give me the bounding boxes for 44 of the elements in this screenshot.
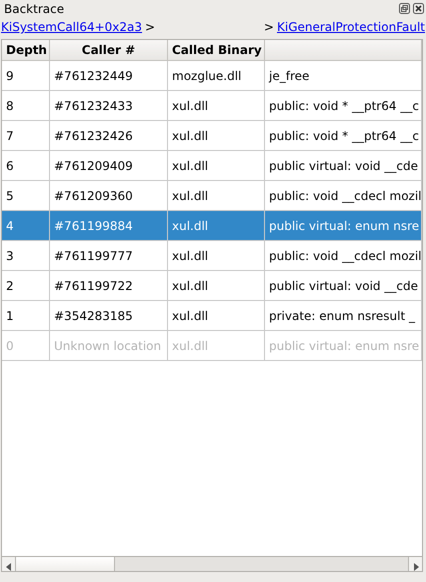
table-cell[interactable]: #761232449: [50, 61, 168, 91]
horizontal-scrollbar[interactable]: [2, 556, 422, 571]
table-cell[interactable]: public: void * __ptr64 __c: [265, 91, 422, 121]
table-cell[interactable]: xul.dll: [168, 241, 265, 271]
column-header[interactable]: Depth: [2, 40, 50, 61]
float-icon[interactable]: [399, 3, 410, 14]
table-cell[interactable]: #761199884: [50, 211, 168, 241]
breadcrumb-separator: >: [145, 19, 156, 36]
table-cell[interactable]: mozglue.dll: [168, 61, 265, 91]
table-cell[interactable]: xul.dll: [168, 91, 265, 121]
table-cell[interactable]: public virtual: void __cde: [265, 151, 422, 181]
table-cell[interactable]: public: void __cdecl mozil: [265, 241, 422, 271]
scrollbar-thumb[interactable]: [16, 557, 115, 571]
table-cell[interactable]: #761232426: [50, 121, 168, 151]
table-cell[interactable]: #761199722: [50, 271, 168, 301]
panel-title: Backtrace: [4, 0, 64, 18]
table-cell[interactable]: 2: [2, 271, 50, 301]
table-cell[interactable]: xul.dll: [168, 121, 265, 151]
table-cell[interactable]: #761232433: [50, 91, 168, 121]
breadcrumb-link[interactable]: KiSystemCall64+0x2a3: [1, 18, 142, 36]
table-cell[interactable]: private: enum nsresult _: [265, 301, 422, 331]
table-cell[interactable]: public virtual: void __cde: [265, 271, 422, 301]
column-header[interactable]: Caller #: [50, 40, 168, 61]
table-cell[interactable]: xul.dll: [168, 271, 265, 301]
table-cell[interactable]: je_free: [265, 61, 422, 91]
column-header[interactable]: Called Binary: [168, 40, 265, 61]
table-cell[interactable]: 9: [2, 61, 50, 91]
breadcrumb-link[interactable]: KiGeneralProtectionFault: [276, 18, 425, 36]
breadcrumb-separator: >: [264, 19, 274, 36]
table-cell[interactable]: 6: [2, 151, 50, 181]
table-cell[interactable]: #354283185: [50, 301, 168, 331]
table-cell[interactable]: xul.dll: [168, 301, 265, 331]
table-cell[interactable]: xul.dll: [168, 151, 265, 181]
table-cell[interactable]: 4: [2, 211, 50, 241]
table-cell[interactable]: 7: [2, 121, 50, 151]
close-icon[interactable]: [413, 3, 424, 14]
table-cell[interactable]: public: void * __ptr64 __c: [265, 121, 422, 151]
table-cell[interactable]: #761199777: [50, 241, 168, 271]
table-cell[interactable]: 3: [2, 241, 50, 271]
table-cell[interactable]: public virtual: enum nsre: [265, 211, 422, 241]
table-cell[interactable]: #761209409: [50, 151, 168, 181]
table-cell[interactable]: 1: [2, 301, 50, 331]
table-cell[interactable]: xul.dll: [168, 211, 265, 241]
table-cell[interactable]: 8: [2, 91, 50, 121]
